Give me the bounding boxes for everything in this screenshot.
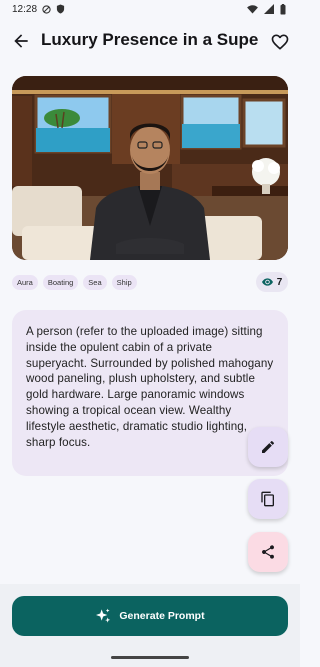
tag-chip[interactable]: Sea: [83, 275, 107, 290]
tag-chip[interactable]: Aura: [12, 275, 38, 290]
copy-icon: [261, 491, 274, 507]
copy-button[interactable]: [248, 479, 288, 519]
share-icon: [261, 545, 275, 559]
tag-chip[interactable]: Ship: [111, 275, 137, 290]
app-bar: Luxury Presence in a Superyacht: [0, 24, 300, 60]
edit-button[interactable]: [248, 427, 288, 467]
page-title: Luxury Presence in a Superyacht: [41, 30, 259, 49]
do-not-disturb-icon: [42, 4, 51, 14]
view-count: 7: [276, 276, 283, 288]
generate-prompt-label: Generate Prompt: [119, 610, 205, 622]
pencil-icon: [262, 440, 275, 453]
tag-list: Aura Boating Sea Ship: [12, 275, 137, 290]
signal-icon: [264, 4, 274, 14]
eye-icon: [261, 278, 273, 286]
shield-icon: [56, 4, 65, 14]
share-button[interactable]: [248, 532, 288, 572]
view-count-badge: 7: [256, 272, 288, 292]
status-time: 12:28: [12, 3, 38, 15]
home-indicator[interactable]: [111, 656, 189, 659]
hero-image[interactable]: [12, 76, 288, 260]
wifi-icon: [247, 4, 258, 14]
favorite-button[interactable]: [270, 32, 290, 52]
prompt-text: A person (refer to the uploaded image) s…: [26, 325, 274, 449]
status-bar: 12:28: [0, 0, 300, 18]
arrow-back-icon: [14, 34, 28, 48]
back-button[interactable]: [11, 31, 31, 51]
generate-prompt-button[interactable]: Generate Prompt: [12, 596, 288, 636]
battery-icon: [280, 3, 286, 14]
tag-chip[interactable]: Boating: [42, 275, 79, 290]
heart-outline-icon: [271, 34, 289, 50]
prompt-card: A person (refer to the uploaded image) s…: [12, 310, 288, 476]
sparkles-icon: [96, 608, 111, 623]
